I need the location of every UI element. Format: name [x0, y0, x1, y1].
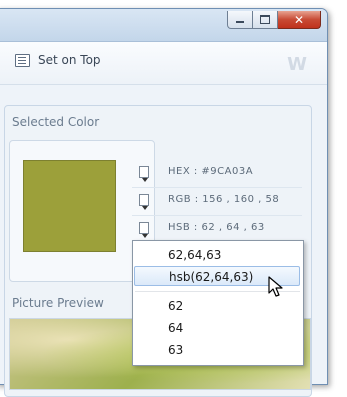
color-swatch: [23, 160, 116, 252]
set-on-top-label: Set on Top: [38, 53, 101, 67]
selected-color-title: Selected Color: [12, 115, 100, 129]
minimize-icon: [236, 21, 244, 23]
title-bar[interactable]: ✕: [0, 9, 327, 42]
copy-hsb-icon[interactable]: [139, 222, 149, 238]
maximize-icon: [260, 15, 270, 24]
copy-rgb-icon[interactable]: [139, 194, 149, 210]
hex-value: HEX : #9CA03A: [168, 166, 254, 177]
set-on-top-icon: [15, 53, 30, 67]
maximize-button[interactable]: [253, 11, 278, 29]
menu-item-brightness[interactable]: 63: [134, 340, 300, 360]
minimize-button[interactable]: [227, 11, 253, 29]
row-divider: [132, 215, 302, 216]
rgb-value: RGB : 156 , 160 , 58: [168, 194, 280, 205]
menu-item-hsb-plain[interactable]: 62,64,63: [134, 245, 300, 265]
copy-hex-icon[interactable]: [139, 166, 149, 182]
app-logo: W: [287, 54, 307, 75]
close-icon: ✕: [293, 12, 305, 27]
caption-buttons: ✕: [227, 11, 321, 29]
picture-preview-title: Picture Preview: [12, 296, 104, 310]
close-button[interactable]: ✕: [278, 11, 321, 29]
cursor-icon: [268, 276, 283, 297]
hsb-value: HSB : 62 , 64 , 63: [168, 222, 265, 233]
copy-format-menu: 62,64,63 hsb(62,64,63) 62 64 63: [132, 240, 304, 366]
menu-item-hue[interactable]: 62: [134, 296, 300, 316]
toolbar: Set on Top W: [0, 42, 327, 85]
row-divider: [132, 187, 302, 188]
menu-item-saturation[interactable]: 64: [134, 318, 300, 338]
set-on-top-button[interactable]: Set on Top: [15, 53, 101, 67]
